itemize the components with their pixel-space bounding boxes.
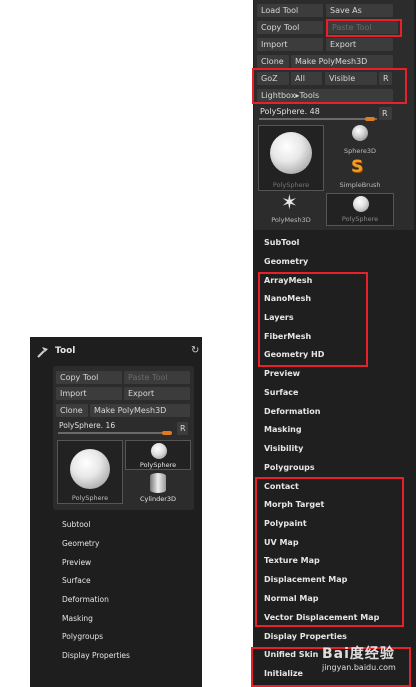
refresh-icon[interactable]: ↻ (191, 345, 199, 356)
polysphere-thumbnail-small[interactable]: PolySphere (125, 440, 191, 470)
import-button[interactable]: Import (56, 387, 122, 400)
highlight-new-map-menus (255, 477, 404, 627)
r-button[interactable]: R (177, 422, 188, 435)
menu-item-surface[interactable]: Surface (62, 576, 91, 585)
baidu-url: jingyan.baidu.com (322, 663, 396, 672)
sphere3d-thumbnail[interactable]: Sphere3D (326, 125, 394, 157)
menu-item-geometry[interactable]: Geometry (62, 539, 99, 548)
menu-item-surface[interactable]: Surface (264, 388, 298, 397)
thumb-caption: PolySphere (139, 461, 177, 469)
polysphere-slider[interactable]: PolySphere. 48 (257, 106, 379, 122)
highlight-goz-lightbox-row (252, 68, 407, 104)
menu-item-subtool[interactable]: SubTool (264, 238, 299, 247)
menu-item-deformation[interactable]: Deformation (264, 407, 320, 416)
highlight-paste-tool (326, 19, 402, 37)
copy-tool-button[interactable]: Copy Tool (56, 371, 122, 384)
menu-item-preview[interactable]: Preview (62, 558, 91, 567)
sphere-icon (70, 449, 110, 489)
star-icon: ✶ (281, 190, 298, 214)
menu-item-deformation[interactable]: Deformation (62, 595, 109, 604)
polysphere-thumbnail-main[interactable]: PolySphere (57, 440, 123, 504)
make-polymesh-button[interactable]: Make PolyMesh3D (90, 404, 190, 417)
sphere-icon (151, 443, 167, 459)
menu-item-polygroups[interactable]: Polygroups (62, 632, 103, 641)
sphere-icon (270, 132, 312, 174)
slider-label: PolySphere. 48 (260, 107, 320, 116)
menu-item-display-properties[interactable]: Display Properties (264, 632, 347, 641)
export-button[interactable]: Export (326, 38, 393, 51)
menu-item-visibility[interactable]: Visibility (264, 444, 303, 453)
menu-item-masking[interactable]: Masking (62, 614, 93, 623)
slider-handle[interactable] (365, 117, 375, 121)
thumb-caption: PolySphere (71, 494, 109, 502)
slider-track (58, 432, 172, 434)
polymesh3d-thumbnail[interactable]: ✶ PolyMesh3D (258, 190, 324, 226)
menu-item-subtool[interactable]: Subtool (62, 520, 90, 529)
menu-item-preview[interactable]: Preview (264, 369, 300, 378)
slider-track (259, 118, 377, 120)
save-as-button[interactable]: Save As (326, 4, 393, 17)
thumb-caption: PolySphere (272, 181, 310, 189)
paste-tool-button[interactable]: Paste Tool (124, 371, 190, 384)
panel-title: Tool (55, 346, 76, 356)
polysphere-slider[interactable]: PolySphere. 16 (56, 420, 174, 436)
tool-icon (36, 344, 50, 358)
cylinder-icon (150, 473, 166, 493)
sphere-icon (353, 196, 369, 212)
menu-item-display-properties[interactable]: Display Properties (62, 651, 130, 660)
menu-item-polygroups[interactable]: Polygroups (264, 463, 315, 472)
baidu-logo-text: Bai度经验 (322, 646, 395, 662)
slider-handle[interactable] (162, 431, 172, 435)
thumb-caption: Cylinder3D (139, 495, 177, 503)
export-button[interactable]: Export (124, 387, 190, 400)
clone-button[interactable]: Clone (257, 55, 289, 68)
polysphere-thumbnail-small[interactable]: PolySphere (326, 193, 394, 226)
menu-item-masking[interactable]: Masking (264, 425, 302, 434)
load-tool-button[interactable]: Load Tool (257, 4, 323, 17)
simplebrush-thumbnail[interactable]: S SimpleBrush (326, 157, 394, 190)
menu-item-geometry[interactable]: Geometry (264, 257, 308, 266)
sphere-icon (352, 125, 368, 141)
copy-tool-button[interactable]: Copy Tool (257, 21, 323, 34)
make-polymesh-button[interactable]: Make PolyMesh3D (291, 55, 393, 68)
clone-button[interactable]: Clone (56, 404, 88, 417)
baidu-watermark: Bai度经验 jingyan.baidu.com (322, 643, 396, 672)
cylinder3d-thumbnail[interactable]: Cylinder3D (125, 472, 191, 506)
r-button-slider[interactable]: R (379, 107, 392, 120)
highlight-new-geometry-menus (258, 272, 368, 367)
slider-label: PolySphere. 16 (59, 421, 116, 430)
polysphere-thumbnail-main[interactable]: PolySphere (258, 125, 324, 191)
simplebrush-icon: S (351, 157, 364, 177)
thumb-caption: Sphere3D (343, 147, 377, 155)
import-button[interactable]: Import (257, 38, 323, 51)
thumb-caption: PolySphere (341, 215, 379, 223)
thumb-caption: PolyMesh3D (271, 216, 311, 224)
thumb-caption: SimpleBrush (339, 181, 381, 189)
